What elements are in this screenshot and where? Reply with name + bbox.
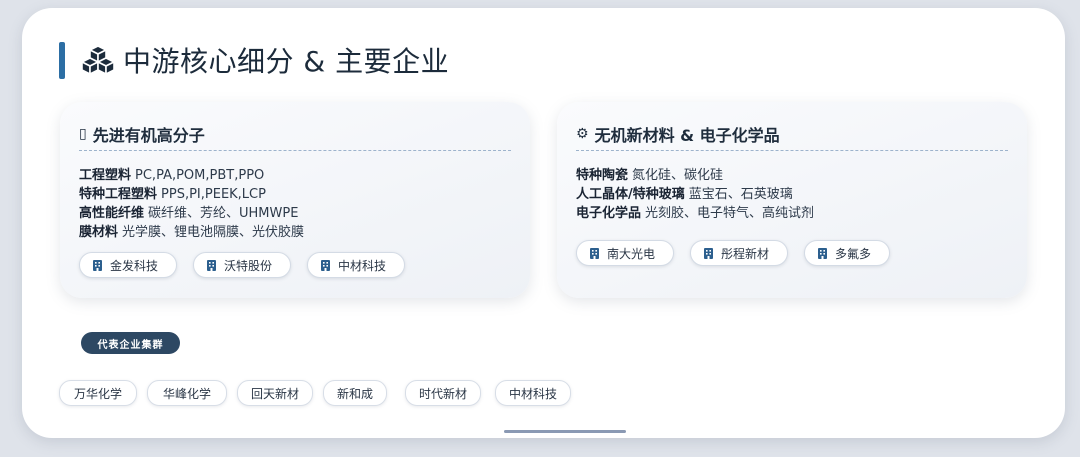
cluster-company-pill[interactable]: 时代新材 xyxy=(405,380,481,406)
segment-desc: PPS,PI,PEEK,LCP xyxy=(161,187,266,202)
company-name: 金发科技 xyxy=(110,258,159,273)
building-icon xyxy=(321,259,331,271)
gear-icon: ⚙ xyxy=(576,126,589,142)
segment-term: 膜材料 xyxy=(79,225,119,240)
segment-term: 特种陶瓷 xyxy=(576,168,629,183)
segment-term: 高性能纤维 xyxy=(79,206,145,221)
panel-inorganic-electronic: ⚙ 无机新材料 & 电子化学品 特种陶瓷 氮化硅、碳化硅 人工晶体/特种玻璃 蓝宝石… xyxy=(557,102,1027,298)
company-name: 多氟多 xyxy=(835,246,872,261)
title-accent-bar xyxy=(59,41,65,79)
segment-list: 特种陶瓷 氮化硅、碳化硅 人工晶体/特种玻璃 蓝宝石、石英玻璃 电子化学品 光刻胶、电… xyxy=(576,166,814,223)
segment-line: 人工晶体/特种玻璃 蓝宝石、石英玻璃 xyxy=(576,185,814,204)
segment-line: 膜材料 光学膜、锂电池隔膜、光伏胶膜 xyxy=(79,223,304,242)
segment-line: 特种工程塑料 PPS,PI,PEEK,LCP xyxy=(79,185,304,204)
segment-desc: 光刻胶、电子特气、高纯试剂 xyxy=(645,206,815,221)
segment-list: 工程塑料 PC,PA,POM,PBT,PPO 特种工程塑料 PPS,PI,PEEK,… xyxy=(79,166,304,242)
building-icon xyxy=(93,259,102,271)
panel-title: ▯ 先进有机高分子 xyxy=(79,122,205,146)
panel-organic-polymers: ▯ 先进有机高分子 工程塑料 PC,PA,POM,PBT,PPO 特种工程塑料 PP… xyxy=(60,102,530,298)
building-icon xyxy=(818,247,828,259)
segment-term: 特种工程塑料 xyxy=(79,187,158,202)
segment-desc: 光学膜、锂电池隔膜、光伏胶膜 xyxy=(122,225,305,240)
cubes-icon xyxy=(81,45,115,75)
panel-title: ⚙ 无机新材料 & 电子化学品 xyxy=(576,122,780,146)
segment-line: 工程塑料 PC,PA,POM,PBT,PPO xyxy=(79,166,304,185)
panel-title-text: 无机新材料 & 电子化学品 xyxy=(594,126,780,145)
segment-term: 电子化学品 xyxy=(576,206,642,221)
segment-term: 工程塑料 xyxy=(79,168,132,183)
cluster-company-pill[interactable]: 中材科技 xyxy=(495,380,571,406)
cluster-company-pill[interactable]: 华峰化学 xyxy=(147,380,227,406)
cluster-company-pill[interactable]: 回天新材 xyxy=(237,380,313,406)
segment-desc: 碳纤维、芳纶、UHMWPE xyxy=(148,206,299,221)
building-icon xyxy=(704,247,714,259)
segment-line: 特种陶瓷 氮化硅、碳化硅 xyxy=(576,166,814,185)
cluster-company-pill[interactable]: 新和成 xyxy=(323,380,387,406)
company-chips: 金发科技 沃特股份 中材科技 xyxy=(79,252,406,278)
company-chips: 南大光电 彤程新材 多氟多 xyxy=(576,240,891,266)
segment-desc: PC,PA,POM,PBT,PPO xyxy=(135,168,265,183)
company-name: 彤程新材 xyxy=(721,246,770,261)
company-chip[interactable]: 南大光电 xyxy=(576,240,675,266)
panel-title-text: 先进有机高分子 xyxy=(92,126,205,145)
segment-line: 高性能纤维 碳纤维、芳纶、UHMWPE xyxy=(79,204,304,223)
company-name: 中材科技 xyxy=(338,258,387,273)
company-chip[interactable]: 中材科技 xyxy=(307,252,406,278)
company-chip[interactable]: 沃特股份 xyxy=(193,252,292,278)
company-chip[interactable]: 多氟多 xyxy=(804,240,891,266)
scroll-indicator[interactable] xyxy=(504,430,626,433)
main-card: 中游核心细分 & 主要企业 ▯ 先进有机高分子 工程塑料 PC,PA,POM,PB… xyxy=(22,8,1065,438)
section-header: 中游核心细分 & 主要企业 xyxy=(59,40,449,80)
document-icon: ▯ xyxy=(79,126,87,142)
company-chip[interactable]: 彤程新材 xyxy=(690,240,789,266)
segment-desc: 蓝宝石、石英玻璃 xyxy=(688,187,793,202)
segment-term: 人工晶体/特种玻璃 xyxy=(576,187,685,202)
company-chip[interactable]: 金发科技 xyxy=(79,252,178,278)
dashed-divider xyxy=(576,150,1008,151)
page-title: 中游核心细分 & 主要企业 xyxy=(123,45,450,78)
company-name: 沃特股份 xyxy=(224,258,273,273)
building-icon xyxy=(590,247,599,259)
dashed-divider xyxy=(79,150,511,151)
company-name: 南大光电 xyxy=(607,246,656,261)
cluster-company-pill[interactable]: 万华化学 xyxy=(59,380,137,406)
segment-desc: 氮化硅、碳化硅 xyxy=(632,168,724,183)
cluster-badge: 代表企业集群 xyxy=(81,332,180,354)
building-icon xyxy=(207,259,217,271)
segment-line: 电子化学品 光刻胶、电子特气、高纯试剂 xyxy=(576,204,814,223)
